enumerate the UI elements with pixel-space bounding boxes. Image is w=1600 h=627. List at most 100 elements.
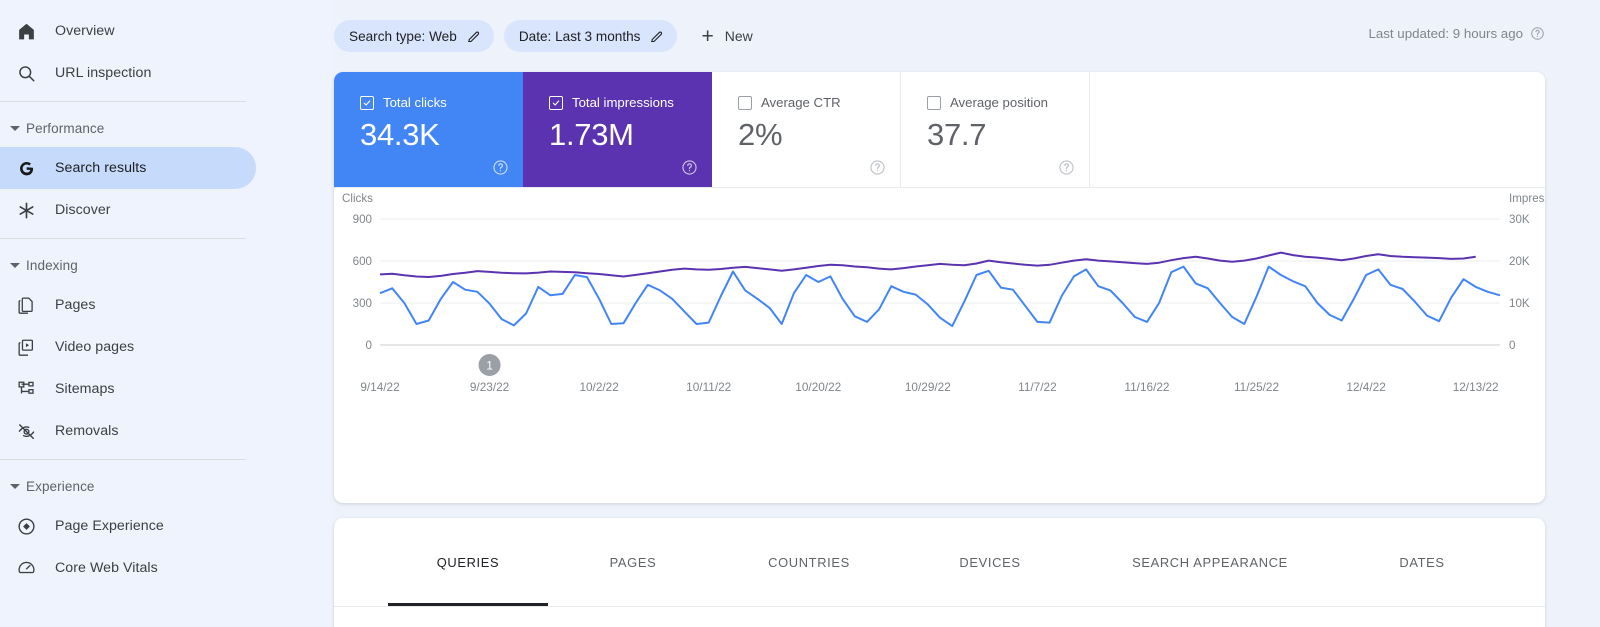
metric-checkbox[interactable] bbox=[738, 95, 752, 110]
x-axis-tick: 10/29/22 bbox=[905, 380, 951, 394]
chart-line-total-impressions bbox=[379, 251, 1476, 278]
metric-card-average-position[interactable]: Average position 37.7 bbox=[901, 72, 1090, 187]
metric-card-average-ctr[interactable]: Average CTR 2% bbox=[712, 72, 901, 187]
metric-header: Total impressions bbox=[549, 95, 712, 110]
search-icon bbox=[13, 62, 39, 84]
x-axis-tick: 9/14/22 bbox=[360, 380, 399, 394]
x-axis-tick: 11/16/22 bbox=[1124, 380, 1169, 394]
sidebar-section-indexing[interactable]: Indexing bbox=[0, 246, 331, 284]
tab-label: PAGES bbox=[609, 554, 657, 570]
metric-cards: Total clicks 34.3K Total impressions 1.73M A… bbox=[334, 72, 1545, 188]
y-axis-left-tick: 600 bbox=[353, 255, 372, 268]
metric-checkbox[interactable] bbox=[927, 95, 941, 110]
metric-label: Average CTR bbox=[761, 95, 841, 110]
tab-pages[interactable]: PAGES bbox=[543, 518, 723, 606]
tab-devices[interactable]: DEVICES bbox=[900, 518, 1080, 606]
y-axis-left-tick: 900 bbox=[353, 213, 372, 226]
metric-card-empty-slot bbox=[1090, 72, 1545, 187]
filter-chip-search-type[interactable]: Search type: Web bbox=[334, 20, 494, 52]
main-content: Search type: Web Date: Last 3 months + N… bbox=[331, 0, 1600, 627]
sidebar-item-discover[interactable]: Discover bbox=[0, 189, 256, 231]
metric-value: 2% bbox=[738, 117, 783, 152]
annotation-marker[interactable]: 1 bbox=[478, 354, 501, 376]
y-axis-right-tick: 0 bbox=[1509, 339, 1515, 352]
eye-off-icon bbox=[13, 420, 39, 442]
metric-card-total-impressions[interactable]: Total impressions 1.73M bbox=[523, 72, 712, 187]
sidebar-item-core-web-vitals[interactable]: Core Web Vitals bbox=[0, 547, 256, 589]
sidebar-section-performance[interactable]: Performance bbox=[0, 109, 331, 147]
google-g-icon bbox=[13, 157, 39, 179]
x-axis-tick: 10/2/22 bbox=[579, 380, 618, 394]
tab-countries[interactable]: COUNTRIES bbox=[719, 518, 899, 606]
sidebar-item-label: Page Experience bbox=[55, 518, 164, 534]
x-axis-tick: 9/23/22 bbox=[470, 380, 509, 394]
last-updated-label: Last updated: 9 hours ago bbox=[1368, 26, 1523, 41]
y-axis-right-title: Impressions bbox=[1509, 192, 1545, 205]
sidebar-item-sitemaps[interactable]: Sitemaps bbox=[0, 368, 256, 410]
x-axis-tick: 10/20/22 bbox=[795, 380, 841, 394]
sidebar-divider bbox=[0, 459, 246, 460]
sidebar-item-video-pages[interactable]: Video pages bbox=[0, 326, 256, 368]
sidebar-item-search-results[interactable]: Search results bbox=[0, 147, 256, 189]
sidebar-item-removals[interactable]: Removals bbox=[0, 410, 256, 452]
home-icon bbox=[13, 20, 39, 42]
sidebar-item-label: Discover bbox=[55, 202, 111, 218]
sidebar-section-label: Indexing bbox=[26, 257, 78, 273]
tab-queries[interactable]: QUERIES bbox=[378, 518, 558, 606]
sidebar-item-page-experience[interactable]: Page Experience bbox=[0, 505, 256, 547]
video-pages-icon bbox=[13, 336, 39, 358]
search-console-page: Overview URL inspection Performance Search … bbox=[0, 0, 1600, 627]
sidebar-item-label: Video pages bbox=[55, 339, 135, 355]
sidebar-section-label: Performance bbox=[26, 120, 105, 136]
pencil-icon bbox=[466, 29, 481, 44]
y-axis-right-tick: 10K bbox=[1509, 297, 1530, 310]
sidebar-item-overview[interactable]: Overview bbox=[0, 10, 256, 52]
x-axis-tick: 11/25/22 bbox=[1234, 380, 1279, 394]
sidebar-item-label: Sitemaps bbox=[55, 381, 115, 397]
filter-chip-date[interactable]: Date: Last 3 months bbox=[503, 20, 678, 52]
help-circle-icon[interactable] bbox=[869, 159, 886, 176]
sidebar-item-url-inspection[interactable]: URL inspection bbox=[0, 52, 256, 94]
sidebar-item-label: URL inspection bbox=[55, 65, 152, 81]
y-axis-left-title: Clicks bbox=[342, 192, 373, 205]
help-circle-icon[interactable] bbox=[1530, 26, 1545, 41]
x-axis-tick: 11/7/22 bbox=[1018, 380, 1056, 394]
help-circle-icon[interactable] bbox=[1058, 159, 1075, 176]
sidebar-item-label: Removals bbox=[55, 423, 119, 439]
sidebar-divider bbox=[0, 101, 246, 102]
sidebar-item-label: Pages bbox=[55, 297, 96, 313]
chart-line-total-clicks bbox=[379, 265, 1501, 328]
new-filter-button[interactable]: + New bbox=[695, 20, 762, 52]
metric-checkbox[interactable] bbox=[549, 95, 563, 110]
sidebar-item-label: Core Web Vitals bbox=[55, 560, 158, 576]
tab-dates[interactable]: DATES bbox=[1332, 518, 1512, 606]
metric-card-total-clicks[interactable]: Total clicks 34.3K bbox=[334, 72, 523, 187]
performance-chart: 0 0 300 10K 600 20K 900 30K Clicks Impressions 9/1… bbox=[334, 188, 1545, 503]
sidebar-item-pages[interactable]: Pages bbox=[0, 284, 256, 326]
core-web-vitals-icon bbox=[13, 557, 39, 579]
y-axis-left-tick: 300 bbox=[353, 297, 372, 310]
tab-label: COUNTRIES bbox=[768, 554, 850, 570]
metric-label: Average position bbox=[950, 95, 1048, 110]
help-circle-icon[interactable] bbox=[492, 159, 509, 176]
sidebar-item-label: Search results bbox=[55, 160, 147, 176]
chevron-down-icon bbox=[4, 254, 26, 276]
y-axis-left-tick: 0 bbox=[366, 339, 372, 352]
chevron-down-icon bbox=[4, 475, 26, 497]
tab-label: SEARCH APPEARANCE bbox=[1132, 554, 1288, 570]
tab-search-appearance[interactable]: SEARCH APPEARANCE bbox=[1120, 518, 1300, 606]
sidebar-section-experience[interactable]: Experience bbox=[0, 467, 331, 505]
chevron-down-icon bbox=[4, 117, 26, 139]
tabs-divider bbox=[334, 606, 1545, 607]
tab-label: DATES bbox=[1399, 554, 1445, 570]
x-axis-tick: 12/4/22 bbox=[1346, 380, 1385, 394]
plus-icon: + bbox=[701, 24, 714, 48]
dimension-tabs: QUERIES PAGES COUNTRIES DEVICES SEARCH APPEA… bbox=[334, 518, 1545, 606]
help-circle-icon[interactable] bbox=[681, 159, 698, 176]
metric-header: Total clicks bbox=[360, 95, 523, 110]
sidebar-item-label: Overview bbox=[55, 23, 115, 39]
pencil-icon bbox=[649, 29, 664, 44]
metric-checkbox[interactable] bbox=[360, 95, 374, 110]
y-axis-right-tick: 20K bbox=[1509, 255, 1530, 268]
y-axis-right-tick: 30K bbox=[1509, 213, 1530, 226]
